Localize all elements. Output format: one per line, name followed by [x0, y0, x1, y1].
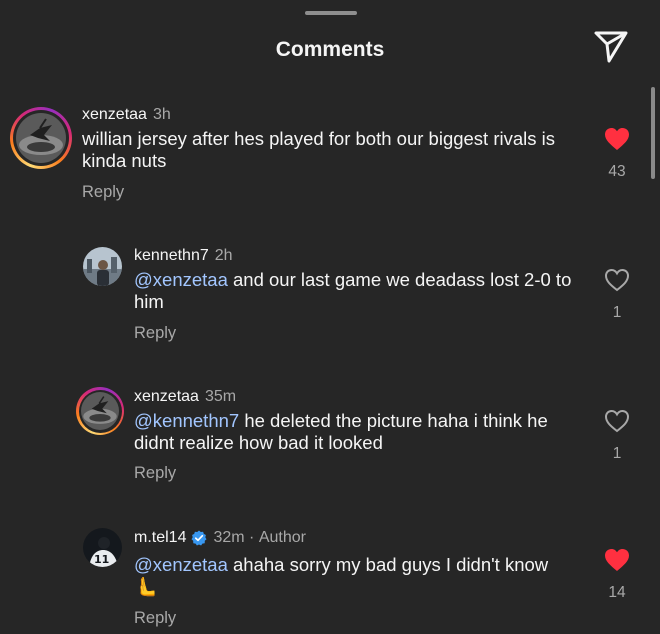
comments-sheet: Comments xenzetaa 3h willian jersey afte…: [0, 0, 660, 634]
avatar[interactable]: 11: [83, 528, 122, 567]
mention-link[interactable]: @xenzetaa: [134, 269, 228, 290]
reply-button[interactable]: Reply: [134, 609, 176, 628]
comment-meta: m.tel14 32m · Author: [134, 529, 306, 547]
like-count: 14: [608, 584, 626, 601]
timestamp: 2h: [214, 247, 233, 264]
heart-outline-icon: [597, 268, 637, 292]
separator: ·: [244, 529, 259, 546]
timestamp: 32m: [213, 529, 245, 546]
verified-badge-icon: [191, 530, 207, 546]
comment-item: 11 m.tel14 32m · Author @xenzetaa ahaha …: [0, 527, 660, 634]
comment-item: kennethn7 2h @xenzetaa and our last game…: [0, 245, 660, 355]
avatar: [16, 113, 66, 163]
timestamp: 35m: [204, 388, 237, 405]
reply-button[interactable]: Reply: [134, 464, 176, 483]
mention-link[interactable]: @xenzetaa: [134, 554, 228, 575]
like-count: 43: [608, 163, 626, 180]
heart-filled-icon: [597, 548, 637, 572]
username[interactable]: kennethn7: [134, 247, 209, 265]
emoji: 🫷: [134, 577, 158, 598]
reply-button[interactable]: Reply: [82, 183, 124, 202]
like-button[interactable]: 43: [597, 127, 637, 181]
heart-filled-icon: [597, 127, 637, 151]
avatar-story-ring[interactable]: [10, 107, 72, 169]
comment-meta: xenzetaa 3h: [82, 106, 171, 124]
username[interactable]: m.tel14: [134, 529, 186, 547]
avatar: [81, 392, 119, 430]
comment-item: xenzetaa 35m @kennethn7 he deleted the p…: [0, 386, 660, 496]
like-button[interactable]: 1: [597, 409, 637, 463]
heart-outline-icon: [597, 409, 637, 433]
comment-text: @xenzetaa ahaha sorry my bad guys I didn…: [134, 554, 584, 599]
comment-text: @kennethn7 he deleted the picture haha i…: [134, 410, 584, 454]
like-count: 1: [612, 445, 622, 462]
username[interactable]: xenzetaa: [134, 388, 199, 406]
svg-text:11: 11: [94, 553, 109, 566]
comment-text: willian jersey after hes played for both…: [82, 128, 582, 172]
comment-body: ahaha sorry my bad guys I didn't know: [227, 554, 549, 575]
username[interactable]: xenzetaa: [82, 106, 147, 124]
author-badge: Author: [258, 529, 306, 546]
comment-text: @xenzetaa and our last game we deadass l…: [134, 269, 584, 313]
drag-handle[interactable]: [305, 11, 357, 15]
comment-body: willian jersey after hes played for both…: [82, 128, 556, 171]
sheet-title: Comments: [275, 38, 385, 61]
mention-link[interactable]: @kennethn7: [134, 410, 239, 431]
like-button[interactable]: 1: [597, 268, 637, 322]
like-button[interactable]: 14: [597, 548, 637, 602]
comment-item: xenzetaa 3h willian jersey after hes pla…: [0, 104, 660, 214]
comment-meta: xenzetaa 35m: [134, 388, 236, 406]
paper-plane-icon[interactable]: [593, 30, 629, 64]
avatar-story-ring[interactable]: [76, 387, 124, 435]
reply-button[interactable]: Reply: [134, 324, 176, 343]
avatar[interactable]: [83, 247, 122, 286]
timestamp: 3h: [152, 106, 171, 123]
like-count: 1: [612, 304, 622, 321]
comment-meta: kennethn7 2h: [134, 247, 233, 265]
